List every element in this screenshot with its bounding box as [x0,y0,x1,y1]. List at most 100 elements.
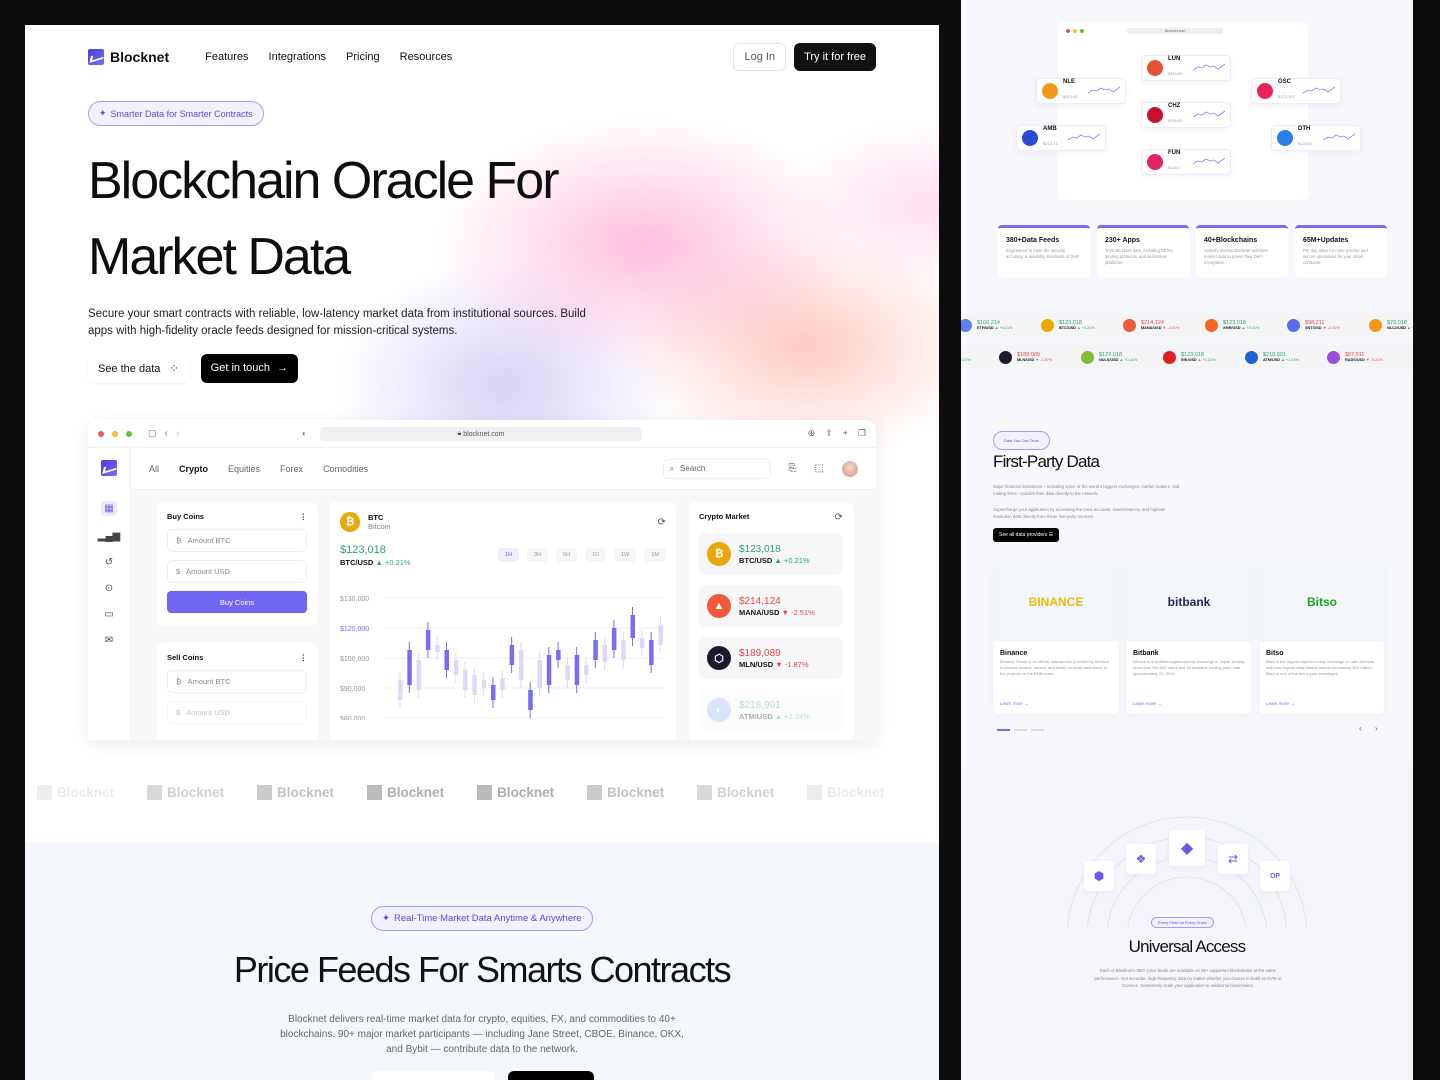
provider-card[interactable]: Bitso Bitso Bitso is the largest cryptocur… [1260,562,1384,714]
more-vertical-icon[interactable]: ⋮ [300,512,308,521]
nav-pricing[interactable]: Pricing [346,51,380,63]
learn-more-link[interactable]: Learn more → [1266,701,1295,706]
dashboard-icon[interactable]: ▦ [101,501,117,516]
tab-comodities[interactable]: Comodities [323,464,368,474]
learn-more-link[interactable]: Learn more → [1000,701,1029,706]
tf-3h[interactable]: 3H [527,548,549,562]
token-card[interactable]: CHZ $190,00 [1141,102,1231,128]
refresh-icon[interactable]: ⟳ [658,517,666,528]
token-card[interactable]: NLE $310,00 [1036,78,1126,104]
close-dot[interactable] [98,430,104,437]
tab-all[interactable]: All [149,464,159,474]
candle-body [472,675,477,695]
forward-icon[interactable]: › [176,428,179,439]
token-icon [1147,107,1163,123]
token-price: $123,102 [1278,94,1295,99]
stat-card: 40+Blockchains Actively receive Blocknet … [1196,225,1288,277]
blocknet-logo-icon [88,49,104,65]
sidebar-toggle-icon[interactable]: ▢ [148,428,157,439]
sell-amount-btc-input[interactable]: ₿ Amount BTC [167,670,307,693]
ticker-coin-icon [1205,318,1218,332]
app-search-input[interactable]: ⌕ Search [662,458,771,479]
try-free-button[interactable]: Try it for free [794,43,876,71]
token-card[interactable]: GSC $123,102 [1251,78,1341,104]
sparkline [1192,109,1226,121]
market-row[interactable]: ◐ $218,901 ATM/USD ▲ +1.24% [699,689,843,731]
tab-crypto[interactable]: Crypto [179,464,208,474]
indicator-active[interactable] [997,729,1010,731]
amount-btc-input[interactable]: ₿ Amount BTC [167,529,307,552]
tf-1m[interactable]: 1M [644,548,666,562]
indicator[interactable] [1014,729,1027,731]
url-bar[interactable]: 🔒︎ blocknet.com [320,427,642,441]
ticker-coin-icon [999,350,1012,364]
token-card[interactable]: DTH $123,00 [1271,125,1361,151]
feeds-primary-button[interactable] [508,1071,594,1080]
crypto-market-title: Crypto Market [699,512,750,521]
carousel-next-icon[interactable]: › [1375,724,1378,733]
refresh-icon[interactable]: ⟳ [835,512,843,523]
candle-body [546,655,552,685]
ticker-item[interactable]: $87,511 RADS/USD ▼ -5.21% [1321,345,1413,369]
avatar[interactable] [842,460,858,477]
token-card[interactable]: LUN $310,00 [1141,55,1231,81]
partner-logos-strip: Blocknet Blocknet Blocknet Blocknet Blocknet… [25,777,939,807]
carousel-prev-icon[interactable]: ‹ [1359,724,1362,733]
search-icon: ⌕ [669,463,675,473]
market-row[interactable]: ⬡ $189,089 MLN/USD ▼ -1.87% [699,637,843,679]
notification-icon[interactable]: ⬚ [815,463,824,474]
provider-logo: Bitso [1260,562,1384,642]
tabs-icon[interactable]: ❐ [858,428,866,439]
history-icon[interactable]: ↺ [105,557,113,568]
token-card[interactable]: FUN $120,0 [1141,149,1231,175]
chart-bars-icon[interactable]: ▂▄▆ [98,531,120,542]
amount-usd-input[interactable]: $ Amount USD [167,560,307,583]
get-in-touch-button[interactable]: Get in touch → [200,354,299,383]
indicator[interactable] [1031,729,1044,731]
ticker-coin-icon [1081,350,1094,364]
market-row[interactable]: ₿ $123,018 BTC/USD ▲ +0.21% [699,533,843,575]
mail-icon[interactable]: ✉ [105,635,113,646]
download-icon[interactable]: ⊕ [808,428,816,439]
ticker-pair: BTC/USD ▲ +0.21% [1059,326,1095,330]
ticker-change: ▼ -2.51% [1161,326,1180,330]
tab-equities[interactable]: Equities [228,464,260,474]
ticker-item[interactable]: $78,018NLC2/USD ▲ +0.21% [1363,313,1413,337]
brand-logo[interactable]: Blocknet [88,49,169,65]
share-icon[interactable]: ⇪ [825,428,833,439]
wallet-icon[interactable]: ▭ [104,609,113,620]
tf-1w[interactable]: 1W [614,548,637,562]
exchange-icon[interactable]: ⊙ [105,583,113,594]
tab-forex[interactable]: Forex [280,464,303,474]
candle-body [649,640,654,665]
sell-amount-usd-input[interactable]: $ Amount USD [167,701,307,724]
back-icon[interactable]: ‹ [165,428,168,439]
maximize-dot[interactable] [126,430,132,437]
bookmark-icon[interactable]: ⎘ [789,463,797,474]
nav-resources[interactable]: Resources [400,51,453,63]
see-all-providers-button[interactable]: See all data providers ☰ [993,528,1060,542]
candle-body [658,625,663,645]
market-price: $189,089 [739,647,781,659]
learn-more-link[interactable]: Learn more → [1133,701,1162,706]
minimize-dot[interactable] [112,430,118,437]
buy-coins-button[interactable]: Buy Coins [167,591,307,613]
browser-mockup: ▢ ‹ › ◐ 🔒︎ blocknet.com ⊕ ⇪ + ❐ ▦ ▂▄▆ ↺ … [88,420,876,740]
tf-1h[interactable]: 1H [497,548,520,562]
market-row[interactable]: ▲ $214,124 MANA/USD ▼ -2.51% [699,585,843,627]
new-tab-icon[interactable]: + [843,428,848,439]
provider-card[interactable]: BINANCE Binance Binance Oracle is an offic… [994,562,1118,714]
tf-5h[interactable]: 5H [556,548,578,562]
nav-features[interactable]: Features [205,51,248,63]
candle-body [425,630,431,650]
nav-integrations[interactable]: Integrations [269,51,326,63]
more-vertical-icon[interactable]: ⋮ [300,653,308,662]
partner-logo-text: Blocknet [717,784,775,800]
maximize-dot [1080,29,1084,33]
see-data-button[interactable]: See the data ⁘ [88,354,189,383]
login-button[interactable]: Log In [733,43,787,71]
tf-1d[interactable]: 1D [585,548,607,562]
feeds-secondary-button[interactable] [372,1071,494,1080]
token-card[interactable]: AMB $212,21 [1016,125,1106,151]
provider-card[interactable]: bitbank Bitbank bitbank is a certified cry… [1127,562,1251,714]
